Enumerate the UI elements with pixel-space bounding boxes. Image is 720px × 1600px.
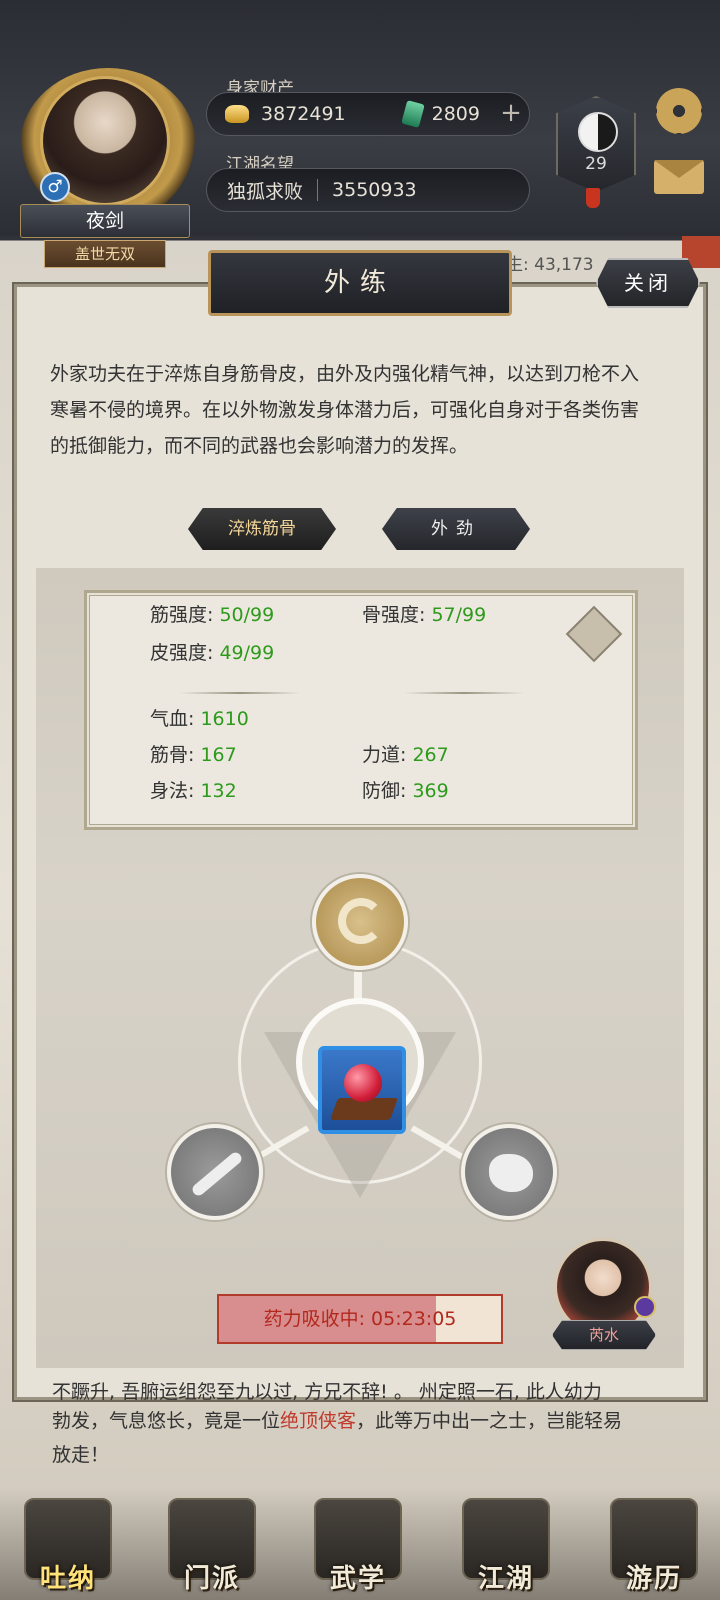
taichi-level-badge[interactable]: 29 [556, 96, 636, 192]
gold-ingot-icon [225, 105, 249, 123]
stat-shenfa-value: 132 [200, 780, 237, 802]
nav-martial-label: 武学 [329, 1564, 386, 1594]
nav-travel-label: 游历 [625, 1564, 682, 1594]
nav-jianghu-label: 江湖 [477, 1564, 534, 1594]
tab-outer-force[interactable]: 外劲 [382, 508, 530, 550]
nav-tuna-label: 吐纳 [39, 1564, 96, 1594]
stat-tendon-label: 筋强度: [150, 604, 214, 626]
story-line1-tail: ，此等万中出一之士，岂能轻易 [356, 1410, 623, 1432]
nav-martial[interactable]: 武学 [296, 1488, 416, 1600]
story-line1: 勃发，气息悠长，竟是一位 [52, 1410, 281, 1432]
nav-jianghu[interactable]: 江湖 [444, 1488, 564, 1600]
skin-node[interactable] [461, 1124, 557, 1220]
wealth-bar: 3872491 2809 + [206, 92, 530, 136]
nav-travel[interactable]: 游历 [592, 1488, 712, 1600]
story-line2: 放走！ [52, 1444, 110, 1466]
jade-amount: 2809 [431, 103, 480, 125]
stat-fangyu-label: 防御: [362, 780, 407, 802]
skin-icon [489, 1154, 533, 1192]
story-highlight: 绝顶侠客 [280, 1410, 357, 1432]
top-header: ♂ 夜剑 身家财产 3872491 2809 + 江湖名望 独孤求败 35509… [0, 0, 720, 238]
modal-title: 外练 [208, 250, 512, 316]
stat-skin-label: 皮强度: [150, 642, 214, 664]
stat-qixue: 气血: 1610 [150, 704, 249, 731]
absorption-timer: 药力吸收中: 05:23:05 [217, 1294, 503, 1344]
story-text: 勃发，气息悠长，竟是一位绝顶侠客，此等万中出一之士，岂能轻易 放走！ [52, 1404, 692, 1472]
bone-node[interactable] [167, 1124, 263, 1220]
reputation-bar: 独孤求败 3550933 [206, 168, 530, 212]
tab-temper-tendons[interactable]: 淬炼筋骨 [188, 508, 336, 550]
stat-tendon-value: 50/99 [219, 604, 275, 626]
modal-description: 外家功夫在于淬炼自身筋骨皮，由外及内强化精气神，以达到刀枪不入寒暑不侵的境界。在… [50, 363, 640, 457]
bottom-nav: 吐纳 门派 武学 江湖 游历 [0, 1488, 720, 1600]
player-title: 盖世无双 [44, 240, 166, 268]
nav-sect[interactable]: 门派 [150, 1488, 270, 1600]
taichi-level: 29 [585, 154, 607, 174]
male-icon: ♂ [40, 172, 70, 202]
red-pearl-icon [344, 1064, 382, 1102]
player-name: 夜剑 [20, 204, 190, 238]
stat-skin: 皮强度: 49/99 [150, 638, 274, 665]
player-avatar-frame[interactable] [20, 68, 196, 224]
reputation-title: 独孤求败 [227, 180, 304, 203]
stat-lidao: 力道: 267 [362, 740, 449, 767]
tassel-decoration [586, 188, 600, 208]
stat-fangyu: 防御: 369 [362, 776, 449, 803]
nav-sect-label: 门派 [183, 1564, 240, 1594]
nav-tuna[interactable]: 吐纳 [6, 1488, 126, 1600]
timer-label: 药力吸收中: 05:23:05 [263, 1308, 457, 1330]
stat-skin-value: 49/99 [219, 642, 275, 664]
tendon-node[interactable] [312, 874, 408, 970]
stat-fangyu-value: 369 [412, 780, 449, 802]
taichi-icon [578, 112, 618, 152]
ornament-divider-right [404, 692, 524, 694]
stat-shenfa: 身法: 132 [150, 776, 237, 803]
tendon-icon [338, 898, 384, 944]
add-jade-button[interactable]: + [498, 100, 524, 127]
stat-tendon: 筋强度: 50/99 [150, 600, 274, 627]
mail-icon[interactable] [654, 160, 704, 194]
stat-shenfa-label: 身法: [150, 780, 195, 802]
stat-qixue-label: 气血: [150, 708, 195, 730]
stat-jingu: 筋骨: 167 [150, 740, 237, 767]
gold-amount: 3872491 [261, 103, 346, 125]
reputation-value: 3550933 [332, 179, 417, 201]
stat-lidao-label: 力道: [362, 744, 407, 766]
stat-jingu-value: 167 [200, 744, 237, 766]
npc-badge-icon [634, 1296, 656, 1318]
stat-bone-label: 骨强度: [362, 604, 426, 626]
stat-bone: 骨强度: 57/99 [362, 600, 486, 627]
jade-icon [400, 100, 425, 128]
stat-jingu-label: 筋骨: [150, 744, 195, 766]
connector-top [354, 968, 362, 1002]
story-partial-line: 不蹶升, 吾腑运组怨至九以过, 方兄不辞! 。 州定照一石, 此人幼力 [52, 1381, 602, 1403]
gear-icon[interactable] [656, 88, 702, 134]
background-stat-text: 生: 43,173 [506, 255, 594, 275]
stat-qixue-value: 1610 [200, 708, 249, 730]
close-button[interactable]: 关闭 [596, 258, 700, 308]
divider [317, 179, 319, 201]
ornament-divider-left [180, 692, 300, 694]
bone-icon [190, 1150, 244, 1198]
elixir-item-slot[interactable] [318, 1046, 406, 1134]
npc-name: 芮水 [552, 1320, 656, 1350]
stat-lidao-value: 267 [412, 744, 449, 766]
stat-bone-value: 57/99 [431, 604, 487, 626]
